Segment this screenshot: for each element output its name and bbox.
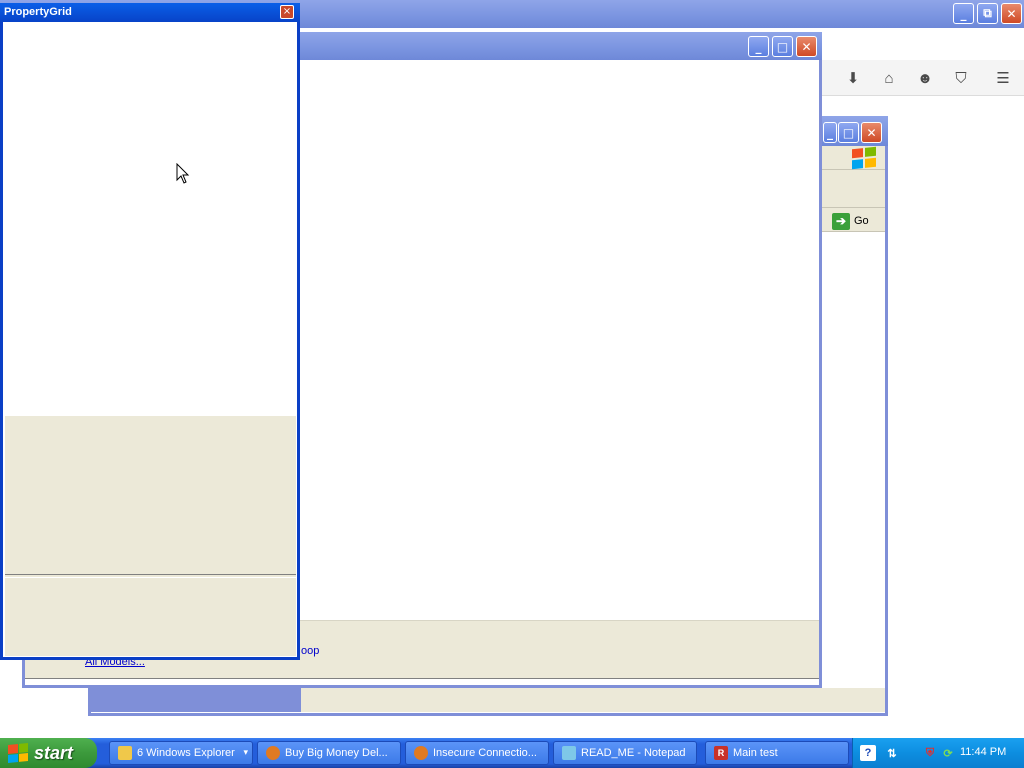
task-windows-explorer[interactable]: 6 Windows Explorer ▾ [109,741,253,765]
start-button[interactable]: start [0,738,97,768]
chevron-down-icon: ▾ [243,747,248,757]
shield-icon[interactable]: ⛨ [922,745,938,761]
ie-status-segment [91,688,301,712]
windows-logo-icon [852,146,876,170]
task-label: 6 Windows Explorer [137,747,235,759]
partial-link[interactable]: oop [301,645,319,657]
start-label: start [34,742,74,763]
go-button[interactable]: ➔ Go [832,212,869,230]
ie-toolbar [820,170,885,208]
main-bottom-divider [25,678,819,685]
main-minimize-button[interactable]: _ [748,36,769,57]
property-grid-commands-pane [5,416,296,574]
bg-restore-button[interactable]: ⧉ [977,3,998,24]
property-grid-title: PropertyGrid [0,3,300,22]
download-icon[interactable]: ⬇ [843,68,863,88]
clock: 11:44 PM [960,746,1007,758]
ie-minimize-button[interactable]: _ [823,122,837,143]
maximize-icon: □ [842,125,855,140]
property-grid-area[interactable] [3,22,297,416]
app-r-icon: R [714,746,728,760]
ie-maximize-button[interactable]: □ [838,122,859,143]
task-label: READ_ME - Notepad [581,747,686,759]
help-icon[interactable]: ? [860,745,876,761]
task-label: Buy Big Money Del... [285,747,388,759]
folder-icon [118,746,132,760]
notepad-icon [562,746,576,760]
minimize-icon: _ [755,39,762,54]
restore-icon: ⧉ [983,6,992,20]
menu-icon[interactable]: ☰ [993,68,1013,88]
windows-flag-icon [8,742,28,764]
task-insecure-connection[interactable]: Insecure Connectio... [405,741,549,765]
bg-minimize-button[interactable]: _ [953,3,974,24]
firefox-icon [414,746,428,760]
minimize-icon: _ [827,125,833,140]
close-icon: ✕ [866,125,877,140]
minimize-icon: _ [960,6,967,21]
task-readme-notepad[interactable]: READ_ME - Notepad [553,741,697,765]
main-close-button[interactable]: ✕ [796,36,817,57]
pocket-icon[interactable]: ⛉ [951,68,971,88]
mouse-cursor-icon [176,163,190,184]
sync-icon[interactable]: ⟳ [940,745,956,761]
task-label: Main test [733,747,778,759]
arrow-right-icon: ➔ [832,212,850,230]
task-label: Insecure Connectio... [433,747,537,759]
smiley-icon[interactable]: ☻ [915,68,935,88]
maximize-icon: □ [776,39,789,54]
task-main-test[interactable]: R Main test [705,741,849,765]
main-maximize-button[interactable]: □ [772,36,793,57]
close-icon: ✕ [801,39,812,54]
home-icon[interactable]: ⌂ [879,68,899,88]
close-icon: ✕ [1006,6,1017,21]
close-icon: × [282,6,292,17]
firefox-icon [266,746,280,760]
ie-close-button[interactable]: ✕ [861,122,882,143]
property-grid-close-button[interactable]: × [280,5,294,19]
task-buy-big-money[interactable]: Buy Big Money Del... [257,741,401,765]
go-label: Go [854,215,869,227]
property-grid-help-pane [5,578,296,656]
network-icon[interactable]: ⇅ [884,745,900,761]
bg-close-button[interactable]: ✕ [1001,3,1022,24]
